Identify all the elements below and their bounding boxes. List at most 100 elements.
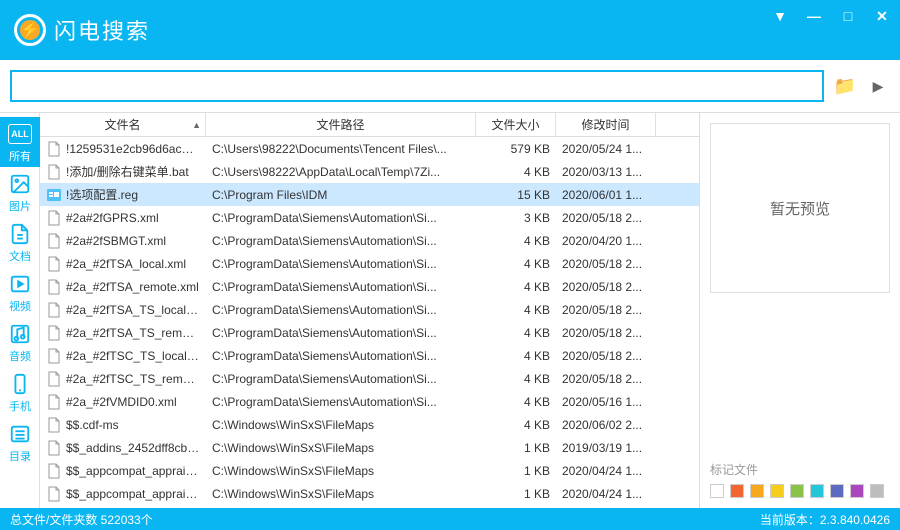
sidebar-item-6[interactable]: 目录: [0, 417, 40, 467]
sort-indicator-icon: ▲: [192, 120, 201, 130]
tag-swatch[interactable]: [810, 484, 824, 498]
table-row[interactable]: #2a_#2fTSA_local.xmlC:\ProgramData\Sieme…: [40, 252, 699, 275]
table-row[interactable]: #2a_#2fTSC_TS_local.xmlC:\ProgramData\Si…: [40, 344, 699, 367]
cell-name: #2a_#2fTSA_local.xml: [40, 256, 206, 272]
table-row[interactable]: #2a_#2fTSA_TS_remote...C:\ProgramData\Si…: [40, 321, 699, 344]
file-icon: [46, 210, 62, 226]
cell-name: $$_appcompat_apprais...: [40, 486, 206, 502]
search-arrow-button[interactable]: ▶: [866, 71, 890, 101]
file-list[interactable]: !1259531e2cb96d6ac5e...C:\Users\98222\Do…: [40, 137, 699, 508]
sidebar-label: 视频: [9, 298, 31, 314]
sidebar-item-5[interactable]: 手机: [0, 367, 40, 417]
cell-name: #2a#2fSBMGT.xml: [40, 233, 206, 249]
cell-path: C:\ProgramData\Siemens\Automation\Si...: [206, 280, 476, 294]
cell-name: #2a_#2fTSA_remote.xml: [40, 279, 206, 295]
cell-path: C:\ProgramData\Siemens\Automation\Si...: [206, 349, 476, 363]
cell-name: !添加/删除右键菜单.bat: [40, 163, 206, 180]
file-icon: [46, 141, 62, 157]
table-row[interactable]: $$_appcompat_apprais...C:\Windows\WinSxS…: [40, 482, 699, 505]
cell-name: #2a_#2fTSA_TS_local.xml: [40, 302, 206, 318]
cell-path: C:\ProgramData\Siemens\Automation\Si...: [206, 303, 476, 317]
search-input[interactable]: [10, 70, 824, 102]
cell-path: C:\Program Files\IDM: [206, 188, 476, 202]
cell-name: $$_addins_2452dff8cb6...: [40, 440, 206, 456]
sidebar-icon: [8, 422, 32, 446]
cell-path: C:\ProgramData\Siemens\Automation\Si...: [206, 211, 476, 225]
sidebar: ALL所有图片文档视频音频手机目录: [0, 113, 40, 508]
tag-swatch[interactable]: [750, 484, 764, 498]
cell-time: 2020/05/18 2...: [556, 280, 656, 294]
table-row[interactable]: !选项配置.regC:\Program Files\IDM15 KB2020/0…: [40, 183, 699, 206]
close-button[interactable]: ✕: [874, 8, 890, 25]
file-icon: [46, 440, 62, 456]
minimize-button[interactable]: —: [806, 8, 822, 25]
table-row[interactable]: $$_appcompat_apprais...C:\Windows\WinSxS…: [40, 459, 699, 482]
tag-swatch[interactable]: [770, 484, 784, 498]
tag-swatch[interactable]: [710, 484, 724, 498]
cell-path: C:\Windows\WinSxS\FileMaps: [206, 441, 476, 455]
cell-size: 4 KB: [476, 395, 556, 409]
cell-size: 15 KB: [476, 188, 556, 202]
column-name[interactable]: 文件名▲: [40, 113, 206, 136]
file-icon: [46, 233, 62, 249]
file-icon: [46, 371, 62, 387]
table-row[interactable]: #2a_#2fTSA_TS_local.xmlC:\ProgramData\Si…: [40, 298, 699, 321]
tag-swatch[interactable]: [830, 484, 844, 498]
maximize-button[interactable]: □: [840, 8, 856, 25]
file-icon: [46, 256, 62, 272]
cell-name: #2a#2fGPRS.xml: [40, 210, 206, 226]
tag-swatch[interactable]: [870, 484, 884, 498]
sidebar-icon: [8, 322, 32, 346]
cell-path: C:\Windows\WinSxS\FileMaps: [206, 418, 476, 432]
file-icon: [46, 302, 62, 318]
cell-size: 1 KB: [476, 441, 556, 455]
cell-path: C:\Windows\WinSxS\FileMaps: [206, 487, 476, 501]
table-row[interactable]: #2a_#2fTSC_TS_remote...C:\ProgramData\Si…: [40, 367, 699, 390]
file-icon: [46, 486, 62, 502]
cell-size: 4 KB: [476, 303, 556, 317]
cell-path: C:\Users\98222\AppData\Local\Temp\7Zi...: [206, 165, 476, 179]
table-row[interactable]: $$.cdf-msC:\Windows\WinSxS\FileMaps4 KB2…: [40, 413, 699, 436]
sidebar-item-1[interactable]: 图片: [0, 167, 40, 217]
table-row[interactable]: #2a#2fSBMGT.xmlC:\ProgramData\Siemens\Au…: [40, 229, 699, 252]
cell-time: 2020/04/24 1...: [556, 487, 656, 501]
column-size[interactable]: 文件大小: [476, 113, 556, 136]
window-controls: ▼ — □ ✕: [772, 8, 890, 25]
cell-time: 2020/06/02 2...: [556, 418, 656, 432]
dropdown-button[interactable]: ▼: [772, 8, 788, 25]
cell-path: C:\Users\98222\Documents\Tencent Files\.…: [206, 142, 476, 156]
cell-time: 2020/05/18 2...: [556, 326, 656, 340]
cell-time: 2020/04/20 1...: [556, 234, 656, 248]
cell-size: 4 KB: [476, 418, 556, 432]
cell-name: #2a_#2fVMDID0.xml: [40, 394, 206, 410]
cell-path: C:\Windows\WinSxS\FileMaps: [206, 464, 476, 478]
cell-time: 2020/05/18 2...: [556, 372, 656, 386]
cell-time: 2019/03/19 1...: [556, 441, 656, 455]
column-path[interactable]: 文件路径: [206, 113, 476, 136]
table-row[interactable]: #2a#2fGPRS.xmlC:\ProgramData\Siemens\Aut…: [40, 206, 699, 229]
sidebar-item-4[interactable]: 音频: [0, 317, 40, 367]
sidebar-item-3[interactable]: 视频: [0, 267, 40, 317]
cell-name: #2a_#2fTSC_TS_local.xml: [40, 348, 206, 364]
table-row[interactable]: #2a_#2fVMDID0.xmlC:\ProgramData\Siemens\…: [40, 390, 699, 413]
column-time[interactable]: 修改时间: [556, 113, 656, 136]
sidebar-item-0[interactable]: ALL所有: [0, 117, 40, 167]
file-icon: [46, 325, 62, 341]
table-row[interactable]: $$_addins_2452dff8cb6...C:\Windows\WinSx…: [40, 436, 699, 459]
tag-swatch[interactable]: [790, 484, 804, 498]
sidebar-item-2[interactable]: 文档: [0, 217, 40, 267]
table-row[interactable]: #2a_#2fTSA_remote.xmlC:\ProgramData\Siem…: [40, 275, 699, 298]
cell-time: 2020/05/16 1...: [556, 395, 656, 409]
folder-button[interactable]: 📁: [830, 71, 860, 101]
table-row[interactable]: !添加/删除右键菜单.batC:\Users\98222\AppData\Loc…: [40, 160, 699, 183]
tag-swatch[interactable]: [730, 484, 744, 498]
file-icon: [46, 187, 62, 203]
preview-empty: 暂无预览: [710, 123, 890, 293]
cell-size: 4 KB: [476, 234, 556, 248]
cell-time: 2020/05/18 2...: [556, 349, 656, 363]
file-icon: [46, 417, 62, 433]
cell-name: $$.cdf-ms: [40, 417, 206, 433]
tag-swatch[interactable]: [850, 484, 864, 498]
file-icon: [46, 164, 62, 180]
table-row[interactable]: !1259531e2cb96d6ac5e...C:\Users\98222\Do…: [40, 137, 699, 160]
